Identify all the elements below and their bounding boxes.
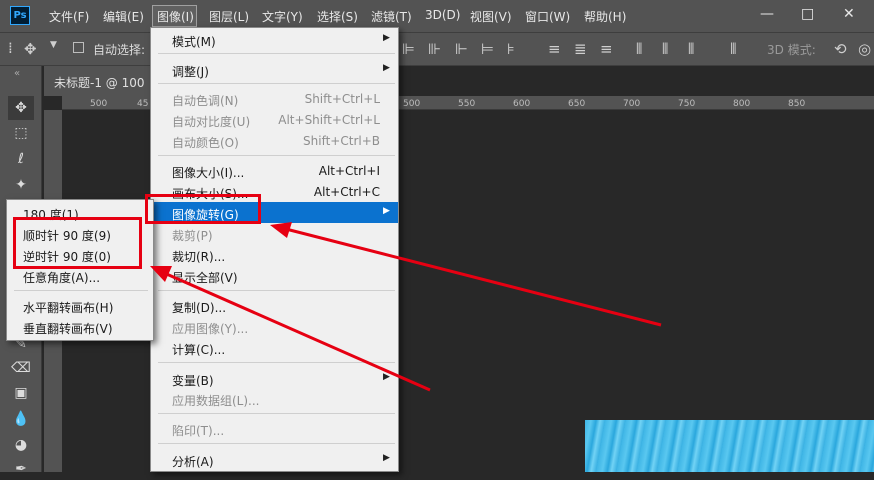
annotation-arrowhead-icon <box>270 222 292 238</box>
annotation-arrow-line <box>161 270 431 392</box>
annotation-arrow-line <box>281 226 662 327</box>
annotation-arrows <box>150 222 662 392</box>
